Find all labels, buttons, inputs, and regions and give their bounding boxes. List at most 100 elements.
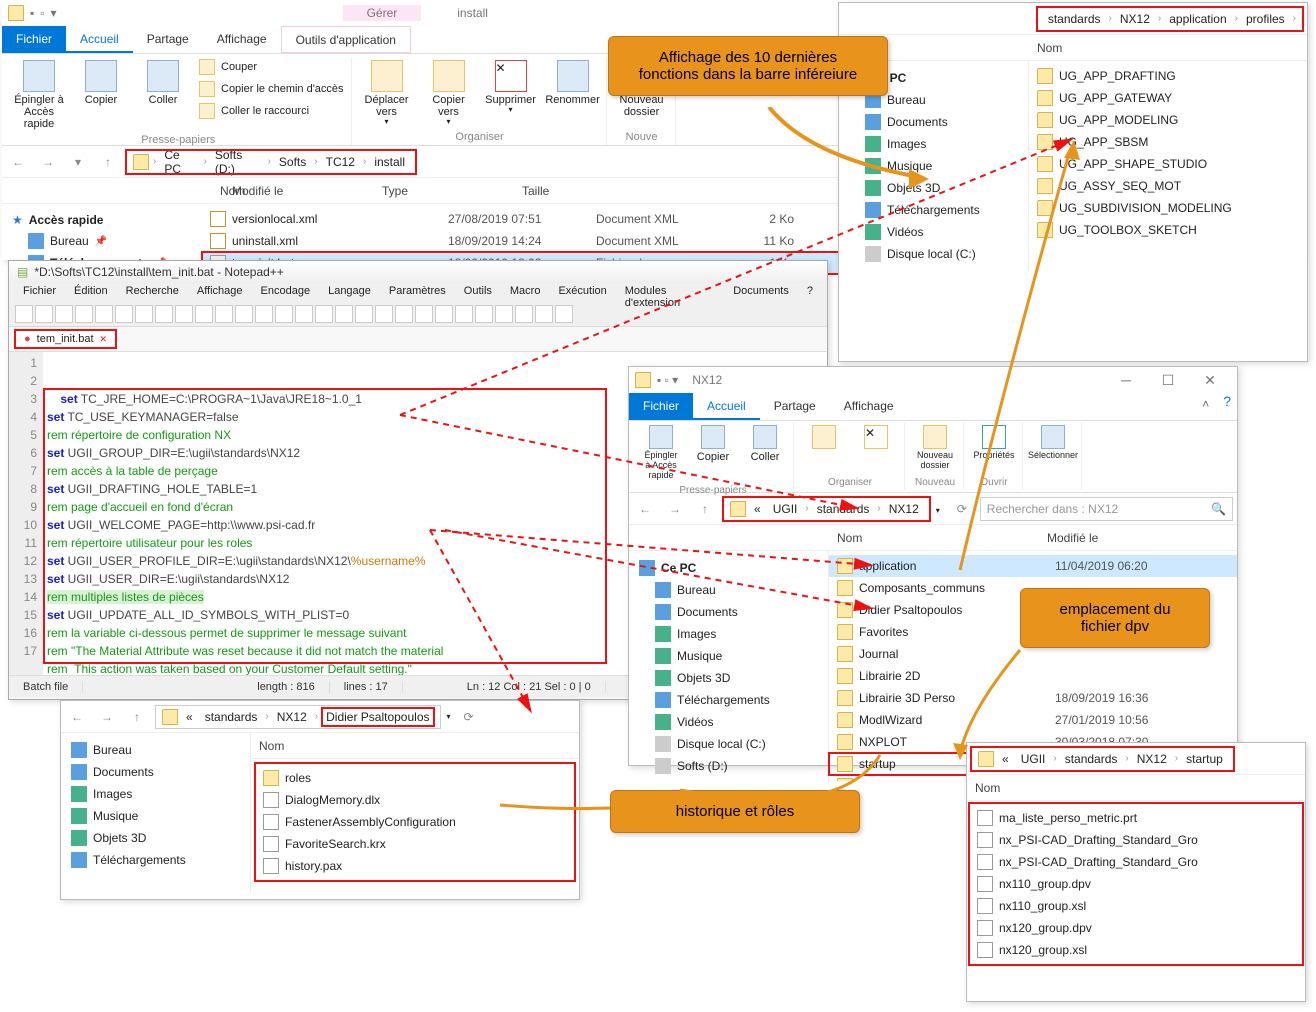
tree-quickaccess[interactable]: ★Accès rapide — [10, 210, 194, 230]
list-item[interactable]: ma_liste_perso_metric.prt — [969, 807, 1303, 829]
npp-menu[interactable]: Fichier Édition Recherche Affichage Enco… — [9, 283, 827, 303]
cut-icon — [199, 59, 215, 75]
callout-mid: emplacement du fichier dpv — [1020, 588, 1210, 648]
copy-button[interactable]: Copier — [691, 423, 735, 465]
up-button[interactable]: ↑ — [693, 497, 717, 521]
move-button[interactable] — [802, 423, 846, 453]
list-item[interactable]: UG_APP_SHAPE_STUDIO — [1029, 153, 1307, 175]
tree-desktop[interactable]: Bureau📌 — [10, 230, 194, 252]
refresh-button[interactable]: ⟳ — [457, 705, 481, 729]
callout-bottom: historique et rôles — [610, 790, 860, 833]
npp-toolbar[interactable] — [9, 303, 827, 327]
moveto-icon — [371, 60, 403, 92]
breadcrumb[interactable]: standards› NX12› application› profiles› — [1037, 7, 1303, 31]
nav-tree[interactable]: Bureau Documents Images Musique Objets 3… — [61, 733, 251, 893]
paste-shortcut-button[interactable]: Coller le raccourci — [198, 102, 345, 120]
select-button[interactable]: Sélectionner — [1031, 423, 1075, 463]
pin-button[interactable]: Épingler à Accès rapide — [639, 423, 683, 483]
minimize-button[interactable]: ─ — [1105, 368, 1147, 393]
file-list[interactable]: ma_liste_perso_metric.prtnx_PSI-CAD_Draf… — [969, 803, 1303, 965]
cut-button[interactable]: Couper — [198, 58, 345, 76]
npp-tabs[interactable]: ●tem_init.bat✕ — [9, 327, 827, 351]
list-item[interactable]: Librairie 2D — [829, 665, 1237, 687]
npp-icon: ▤ — [17, 265, 28, 279]
list-item[interactable]: UG_TOOLBOX_SKETCH — [1029, 219, 1307, 241]
explorer-nx12: ▪ ▫ ▾NX12 ─☐✕ Fichier Accueil Partage Af… — [628, 366, 1238, 766]
file-list[interactable]: UG_APP_DRAFTING UG_APP_GATEWAY UG_APP_MO… — [1029, 61, 1307, 271]
breadcrumb[interactable]: › Ce PC› Softs (D:)› Softs› TC12› instal… — [126, 150, 416, 174]
breadcrumb[interactable]: « UGII› standards› NX12 — [723, 497, 930, 521]
breadcrumb[interactable]: « standards› NX12› Didier Psaltopoulos — [155, 705, 441, 729]
copy-path-button[interactable]: Copier le chemin d'accès — [198, 80, 345, 98]
npp-tab-active[interactable]: ●tem_init.bat✕ — [15, 330, 116, 348]
tb-icon[interactable] — [15, 305, 33, 323]
list-item[interactable]: UG_APP_DRAFTING — [1029, 65, 1307, 87]
paste-icon — [147, 60, 179, 92]
fwd-button[interactable]: → — [663, 497, 687, 521]
back-button[interactable]: ← — [65, 705, 89, 729]
close-button[interactable]: ✕ — [1189, 368, 1231, 393]
list-item[interactable]: history.pax — [255, 855, 575, 877]
group-label-organize: Organiser — [360, 129, 600, 143]
paste-button[interactable]: Coller — [136, 58, 190, 108]
delete-button[interactable]: ✕Supprimer▾ — [484, 58, 538, 117]
pin-button[interactable]: Épingler à Accès rapide — [12, 58, 66, 132]
tab-home[interactable]: Accueil — [66, 26, 133, 53]
fwd-button[interactable]: → — [95, 705, 119, 729]
list-item[interactable]: Librairie 3D Perso18/09/2019 16:36 — [829, 687, 1237, 709]
list-item[interactable]: nx120_group.xsl — [969, 939, 1303, 961]
back-button[interactable]: ← — [6, 150, 30, 174]
props-button[interactable]: Propriétés — [972, 423, 1016, 463]
close-tab-icon[interactable]: ✕ — [100, 334, 108, 345]
fwd-button[interactable]: → — [36, 150, 60, 174]
tab-file[interactable]: Fichier — [629, 393, 693, 420]
newfolder-button[interactable]: Nouveau dossier — [913, 423, 957, 473]
tab-view[interactable]: Affichage — [203, 26, 281, 53]
list-item[interactable]: FastenerAssemblyConfiguration — [255, 811, 575, 833]
list-item[interactable]: UG_APP_MODELING — [1029, 109, 1307, 131]
list-item[interactable]: nx120_group.dpv — [969, 917, 1303, 939]
history-button[interactable]: ▾ — [66, 150, 90, 174]
list-item[interactable]: UG_APP_SBSM — [1029, 131, 1307, 153]
list-item[interactable]: FavoriteSearch.krx — [255, 833, 575, 855]
list-item[interactable]: nx_PSI-CAD_Drafting_Standard_Gro — [969, 829, 1303, 851]
list-item[interactable]: ModlWizard27/01/2019 10:56 — [829, 709, 1237, 731]
list-item[interactable]: DialogMemory.dlx — [255, 789, 575, 811]
desktop-icon — [28, 233, 44, 249]
search-icon[interactable]: 🔍 — [1211, 502, 1226, 516]
ribbon-collapse-icon[interactable]: ˄ — [1194, 393, 1217, 420]
move-button[interactable]: Déplacer vers▾ — [360, 58, 414, 129]
paste-button[interactable]: Coller — [743, 423, 787, 465]
tab-share[interactable]: Partage — [760, 393, 830, 420]
delete-button[interactable]: ✕ — [854, 423, 898, 453]
refresh-button[interactable]: ⟳ — [950, 497, 974, 521]
context-group-label: Gérer — [343, 5, 422, 21]
up-button[interactable]: ↑ — [125, 705, 149, 729]
list-item[interactable]: UG_ASSY_SEQ_MOT — [1029, 175, 1307, 197]
copy-button[interactable]: Copier — [74, 58, 128, 108]
tab-view[interactable]: Affichage — [830, 393, 908, 420]
tab-share[interactable]: Partage — [133, 26, 203, 53]
up-button[interactable]: ↑ — [96, 150, 120, 174]
tab-file[interactable]: Fichier — [2, 26, 66, 53]
list-item[interactable]: UG_APP_GATEWAY — [1029, 87, 1307, 109]
back-button[interactable]: ← — [633, 497, 657, 521]
nav-tree[interactable]: Ce PC Bureau Documents Images Musique Ob… — [629, 551, 829, 781]
list-item[interactable]: nx110_group.xsl — [969, 895, 1303, 917]
rename-button[interactable]: Renommer — [546, 58, 600, 108]
tab-app-tools[interactable]: Outils d'application — [281, 26, 411, 53]
search-input[interactable]: Rechercher dans : NX12🔍 — [980, 497, 1233, 521]
help-icon[interactable]: ? — [1217, 393, 1237, 420]
list-item[interactable]: UG_SUBDIVISION_MODELING — [1029, 197, 1307, 219]
window-title: install — [457, 6, 488, 20]
maximize-button[interactable]: ☐ — [1147, 368, 1189, 393]
breadcrumb[interactable]: « UGII› standards› NX12› startup — [971, 747, 1234, 771]
rename-icon — [557, 60, 589, 92]
list-item[interactable]: application11/04/2019 06:20 — [829, 555, 1237, 577]
list-item[interactable]: roles — [255, 767, 575, 789]
tab-home[interactable]: Accueil — [693, 393, 760, 420]
list-item[interactable]: nx110_group.dpv — [969, 873, 1303, 895]
file-list[interactable]: rolesDialogMemory.dlxFastenerAssemblyCon… — [255, 763, 575, 881]
list-item[interactable]: nx_PSI-CAD_Drafting_Standard_Gro — [969, 851, 1303, 873]
copyto-button[interactable]: Copier vers▾ — [422, 58, 476, 129]
